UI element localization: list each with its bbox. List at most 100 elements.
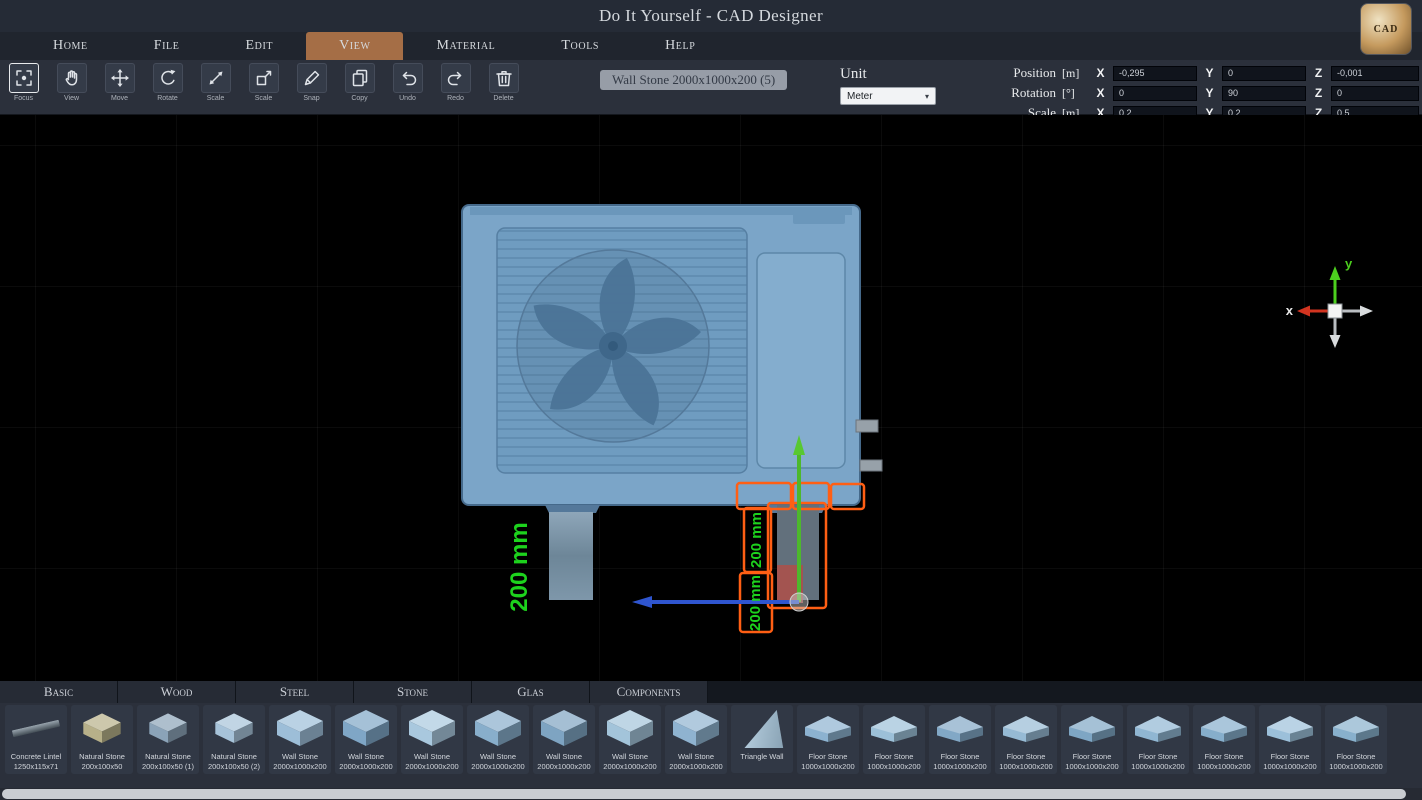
palette-item[interactable]: Floor Stone 1000x1000x200 [1127,705,1189,774]
trash-icon [489,63,519,93]
palette-item[interactable]: Floor Stone 1000x1000x200 [1259,705,1321,774]
palette-item-thumbnail [933,708,987,750]
rotate-button[interactable]: Rotate [150,63,185,102]
rotation-y-input[interactable] [1222,86,1306,101]
palette-item[interactable]: Triangle Wall [731,705,793,773]
position-z-input[interactable] [1331,66,1419,81]
tab-basic[interactable]: Basic [0,681,118,703]
menu-item-tools[interactable]: Tools [528,32,632,60]
rotation-x-input[interactable] [1113,86,1197,101]
horizontal-scrollbar[interactable] [0,788,1422,800]
palette-item-name: Wall Stone [599,752,661,762]
tab-stone[interactable]: Stone [354,681,472,703]
palette-item[interactable]: Wall Stone 2000x1000x200 [401,705,463,774]
palette-item[interactable]: Floor Stone 1000x1000x200 [797,705,859,774]
undo-icon [393,63,423,93]
palette-item-size: 1000x1000x200 [1127,762,1189,772]
delete-button[interactable]: Delete [486,63,521,102]
redo-button[interactable]: Redo [438,63,473,102]
tab-steel[interactable]: Steel [236,681,354,703]
selection-label: Wall Stone 2000x1000x200 (5) [600,70,787,90]
tab-glas[interactable]: Glas [472,681,590,703]
tab-components[interactable]: Components [590,681,708,703]
menu-item-material[interactable]: Material [403,32,528,60]
palette-item[interactable]: Floor Stone 1000x1000x200 [1193,705,1255,774]
palette-item[interactable]: Wall Stone 2000x1000x200 [599,705,661,774]
palette-item[interactable]: Natural Stone 200x100x50 (2) [203,705,265,774]
palette-item-thumbnail [9,708,63,750]
palette-item-size: 2000x1000x200 [533,762,595,772]
palette-item-thumbnail [339,708,393,750]
palette-item-size: 200x100x50 (2) [203,762,265,772]
palette-item[interactable]: Floor Stone 1000x1000x200 [995,705,1057,774]
palette-item-size: 200x100x50 (1) [137,762,199,772]
palette-item-name: Triangle Wall [731,752,793,762]
copy-button[interactable]: Copy [342,63,377,102]
unit-box: Unit Meter ▾ [840,66,936,105]
position-row: Position [m] X Y Z [996,65,1419,81]
snap-button[interactable]: Snap [294,63,329,102]
scrollbar-thumb[interactable] [2,789,1406,799]
focus-button[interactable]: Focus [6,63,41,102]
axis-y-letter: y [1345,256,1353,271]
transform-panel: Position [m] X Y Z Rotation [°] X Y Z [996,65,1419,121]
axis-y-label: Y [1203,86,1216,100]
left-leg[interactable] [549,512,593,600]
menu-item-file[interactable]: File [121,32,213,60]
palette-item[interactable]: Wall Stone 2000x1000x200 [269,705,331,774]
palette-item-thumbnail [537,708,591,750]
palette-item[interactable]: Floor Stone 1000x1000x200 [929,705,991,774]
palette-item[interactable]: Wall Stone 2000x1000x200 [665,705,727,774]
palette-item-size: 1000x1000x200 [1259,762,1321,772]
redo-icon [441,63,471,93]
chevron-down-icon: ▾ [925,92,929,101]
palette-item-name: Floor Stone [995,752,1057,762]
menu-item-edit[interactable]: Edit [212,32,306,60]
palette-item[interactable]: Wall Stone 2000x1000x200 [335,705,397,774]
axis-z-label: Z [1312,66,1325,80]
undo-button[interactable]: Undo [390,63,425,102]
orientation-gizmo[interactable]: y x [1286,256,1373,348]
title-bar: Do It Yourself - CAD Designer [0,0,1422,32]
pipe-connector [860,460,882,471]
dimension-label: 200 mm [506,522,533,611]
menu-item-home[interactable]: Home [20,32,121,60]
snap-pen-icon [297,63,327,93]
palette-item[interactable]: Floor Stone 1000x1000x200 [1061,705,1123,774]
pan-view-button[interactable]: View [54,63,89,102]
palette-item[interactable]: Floor Stone 1000x1000x200 [1325,705,1387,774]
viewport-canvas[interactable]: 200 mm 200 mm 200 mm y x [0,115,1422,681]
axis-z-label: Z [1312,86,1325,100]
menu-item-view[interactable]: View [306,32,403,60]
position-y-input[interactable] [1222,66,1306,81]
palette-item-name: Natural Stone [137,752,199,762]
palette-item-size: 2000x1000x200 [335,762,397,772]
move-button[interactable]: Move [102,63,137,102]
palette-item-thumbnail [801,708,855,750]
palette-item-thumbnail [867,708,921,750]
scale-button[interactable]: Scale [198,63,233,102]
tab-wood[interactable]: Wood [118,681,236,703]
scale-diagonal-icon [201,63,231,93]
palette-item[interactable]: Floor Stone 1000x1000x200 [863,705,925,774]
palette-item-size: 2000x1000x200 [269,762,331,772]
rotation-z-input[interactable] [1331,86,1419,101]
gizmo-origin[interactable] [790,593,808,611]
palette-item[interactable]: Natural Stone 200x100x50 [71,705,133,774]
palette-item[interactable]: Wall Stone 2000x1000x200 [533,705,595,774]
palette-item[interactable]: Concrete Lintel 1250x115x71 [5,705,67,774]
scale-rect-button[interactable]: Scale [246,63,281,102]
palette-item-thumbnail [603,708,657,750]
position-x-input[interactable] [1113,66,1197,81]
position-unit: [m] [1062,66,1088,81]
menu-item-help[interactable]: Help [632,32,728,60]
unit-select[interactable]: Meter ▾ [840,87,936,105]
palette-item-size: 200x100x50 [71,762,133,772]
palette-item[interactable]: Wall Stone 2000x1000x200 [467,705,529,774]
palette-item[interactable]: Natural Stone 200x100x50 (1) [137,705,199,774]
focus-icon [9,63,39,93]
axis-x-letter: x [1286,303,1294,318]
palette-item-name: Floor Stone [1325,752,1387,762]
dimension-label: 200 mm [747,575,764,631]
scale-box-icon [249,63,279,93]
